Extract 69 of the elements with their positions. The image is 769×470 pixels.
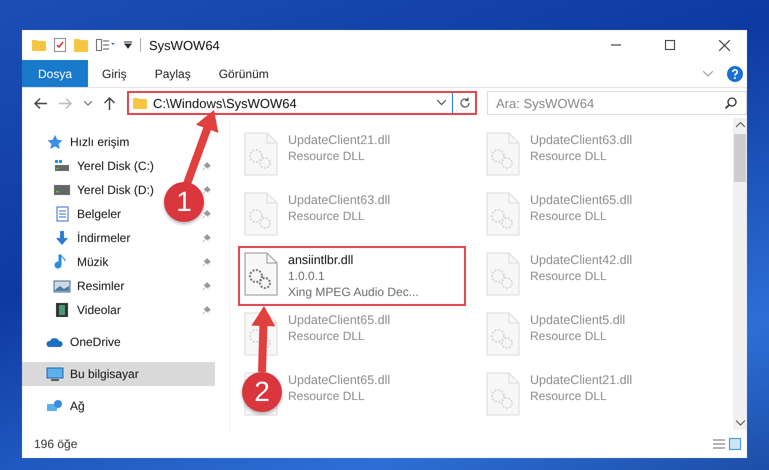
- maximize-icon: [665, 40, 675, 50]
- sidebar-item[interactable]: Müzik: [77, 255, 108, 269]
- recent-locations-icon[interactable]: [84, 100, 92, 106]
- expand-ribbon-icon[interactable]: [703, 70, 713, 76]
- scroll-thumb[interactable]: [734, 134, 746, 182]
- download-icon: [53, 230, 71, 246]
- gear-file-icon: [486, 312, 520, 356]
- gear-file-icon: [244, 192, 278, 236]
- search-icon[interactable]: [725, 97, 737, 109]
- ribbon-tab[interactable]: Görünüm: [204, 60, 283, 87]
- sidebar-item[interactable]: Bu bilgisayar: [22, 362, 215, 386]
- search-field[interactable]: Ara: SysWOW64: [487, 91, 747, 115]
- gear-file-icon: [486, 192, 520, 236]
- film-icon: [53, 302, 71, 318]
- file-item[interactable]: ansiintlbr.dll 1.0.0.1 Xing MPEG Audio Dec...: [238, 246, 466, 306]
- close-icon: [718, 40, 730, 50]
- network-icon: [46, 398, 64, 414]
- sidebar-item[interactable]: İndirmeler: [77, 231, 130, 245]
- sidebar-item[interactable]: Ağ: [70, 399, 85, 413]
- file-name: ansiintlbr.dll: [288, 253, 354, 267]
- item-count: 196 öğe: [34, 437, 78, 451]
- address-bar[interactable]: C:\Windows\SysWOW64: [127, 91, 477, 115]
- monitor-icon: [46, 366, 64, 382]
- dropdown-icon[interactable]: [124, 41, 132, 49]
- window-title: SysWOW64: [149, 38, 220, 52]
- ribbon-tab[interactable]: Paylaş: [140, 60, 205, 87]
- star-icon: [46, 134, 64, 150]
- scroll-up-icon[interactable]: [736, 122, 744, 128]
- dropdown-icon[interactable]: [437, 100, 446, 106]
- file-detail: Resource DLL: [530, 389, 607, 403]
- view-icon[interactable]: [96, 39, 116, 51]
- file-detail: Resource DLL: [288, 329, 365, 343]
- gear-file-icon: [244, 252, 278, 296]
- refresh-icon[interactable]: [459, 97, 471, 109]
- sidebar-item[interactable]: Hızlı erişim: [70, 135, 130, 149]
- gear-file-icon: [486, 132, 520, 176]
- file-detail: Resource DLL: [530, 329, 607, 343]
- up-icon[interactable]: [104, 96, 115, 110]
- arrow: [251, 306, 276, 372]
- scroll-down-icon[interactable]: [736, 420, 744, 426]
- sidebar-item[interactable]: OneDrive: [70, 335, 121, 349]
- gear-file-icon: [244, 132, 278, 176]
- file-detail: 1.0.0.1: [288, 269, 325, 283]
- file-detail: Resource DLL: [288, 209, 365, 223]
- file-detail: Resource DLL: [530, 269, 607, 283]
- scrollbar[interactable]: [733, 118, 747, 430]
- sidebar-item[interactable]: Resimler: [77, 279, 124, 293]
- folder-icon: [133, 97, 147, 109]
- gear-file-icon: [486, 252, 520, 296]
- back-icon[interactable]: [34, 98, 47, 108]
- file-detail: Resource DLL: [288, 389, 365, 403]
- image-icon: [53, 278, 71, 294]
- drive-icon: [53, 158, 71, 174]
- properties-icon[interactable]: [54, 38, 66, 52]
- file-tab[interactable]: Dosya: [22, 60, 88, 87]
- help-icon[interactable]: [727, 66, 743, 82]
- gear-file-icon: [486, 372, 520, 416]
- file-detail: Xing MPEG Audio Dec...: [288, 285, 419, 299]
- drive-icon: [53, 182, 71, 198]
- large-icons-view-icon[interactable]: [729, 438, 741, 450]
- sidebar-item[interactable]: Yerel Disk (D:): [77, 183, 154, 197]
- sidebar-item[interactable]: Videolar: [77, 303, 121, 317]
- ribbon-tab[interactable]: Giriş: [88, 60, 141, 87]
- sidebar-item[interactable]: Belgeler: [77, 207, 122, 221]
- details-view-icon[interactable]: [713, 438, 725, 450]
- sidebar-item[interactable]: Yerel Disk (C:): [77, 159, 154, 173]
- file-detail: Resource DLL: [530, 149, 607, 163]
- file-detail: Resource DLL: [288, 149, 365, 163]
- file-detail: Resource DLL: [530, 209, 607, 223]
